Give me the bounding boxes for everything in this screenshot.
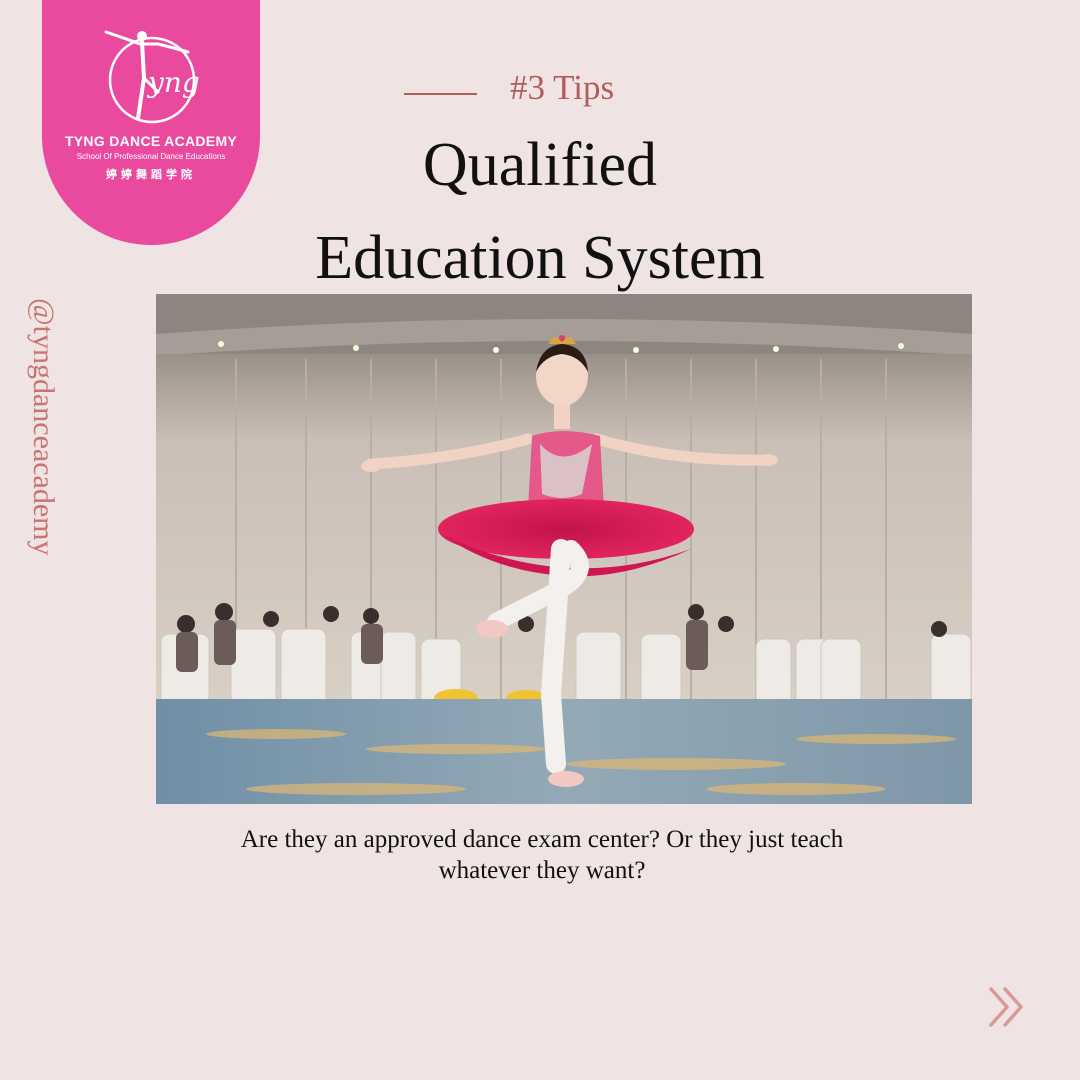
- caption-line-2: whatever they want?: [438, 857, 646, 884]
- tip-number-label: #3 Tips: [510, 68, 615, 107]
- page-title-line-2: Education System: [315, 224, 765, 292]
- ballerina-illustration: [156, 294, 972, 804]
- double-chevron-right-icon[interactable]: [985, 985, 1029, 1029]
- svg-text:yng: yng: [146, 66, 200, 99]
- decorative-line: [404, 93, 477, 95]
- social-handle[interactable]: @tyngdanceacademy: [26, 298, 60, 556]
- tip-header: #3 Tips: [404, 68, 664, 108]
- logo-badge: yng TYNG DANCE ACADEMY School Of Profess…: [42, 0, 260, 245]
- caption: Are they an approved dance exam center? …: [180, 824, 904, 886]
- dancer-logo-icon: yng: [104, 30, 200, 124]
- ballerina-photo: [156, 294, 972, 804]
- page-title-line-1: Qualified: [422, 131, 658, 199]
- caption-line-1: Are they an approved dance exam center? …: [240, 826, 844, 853]
